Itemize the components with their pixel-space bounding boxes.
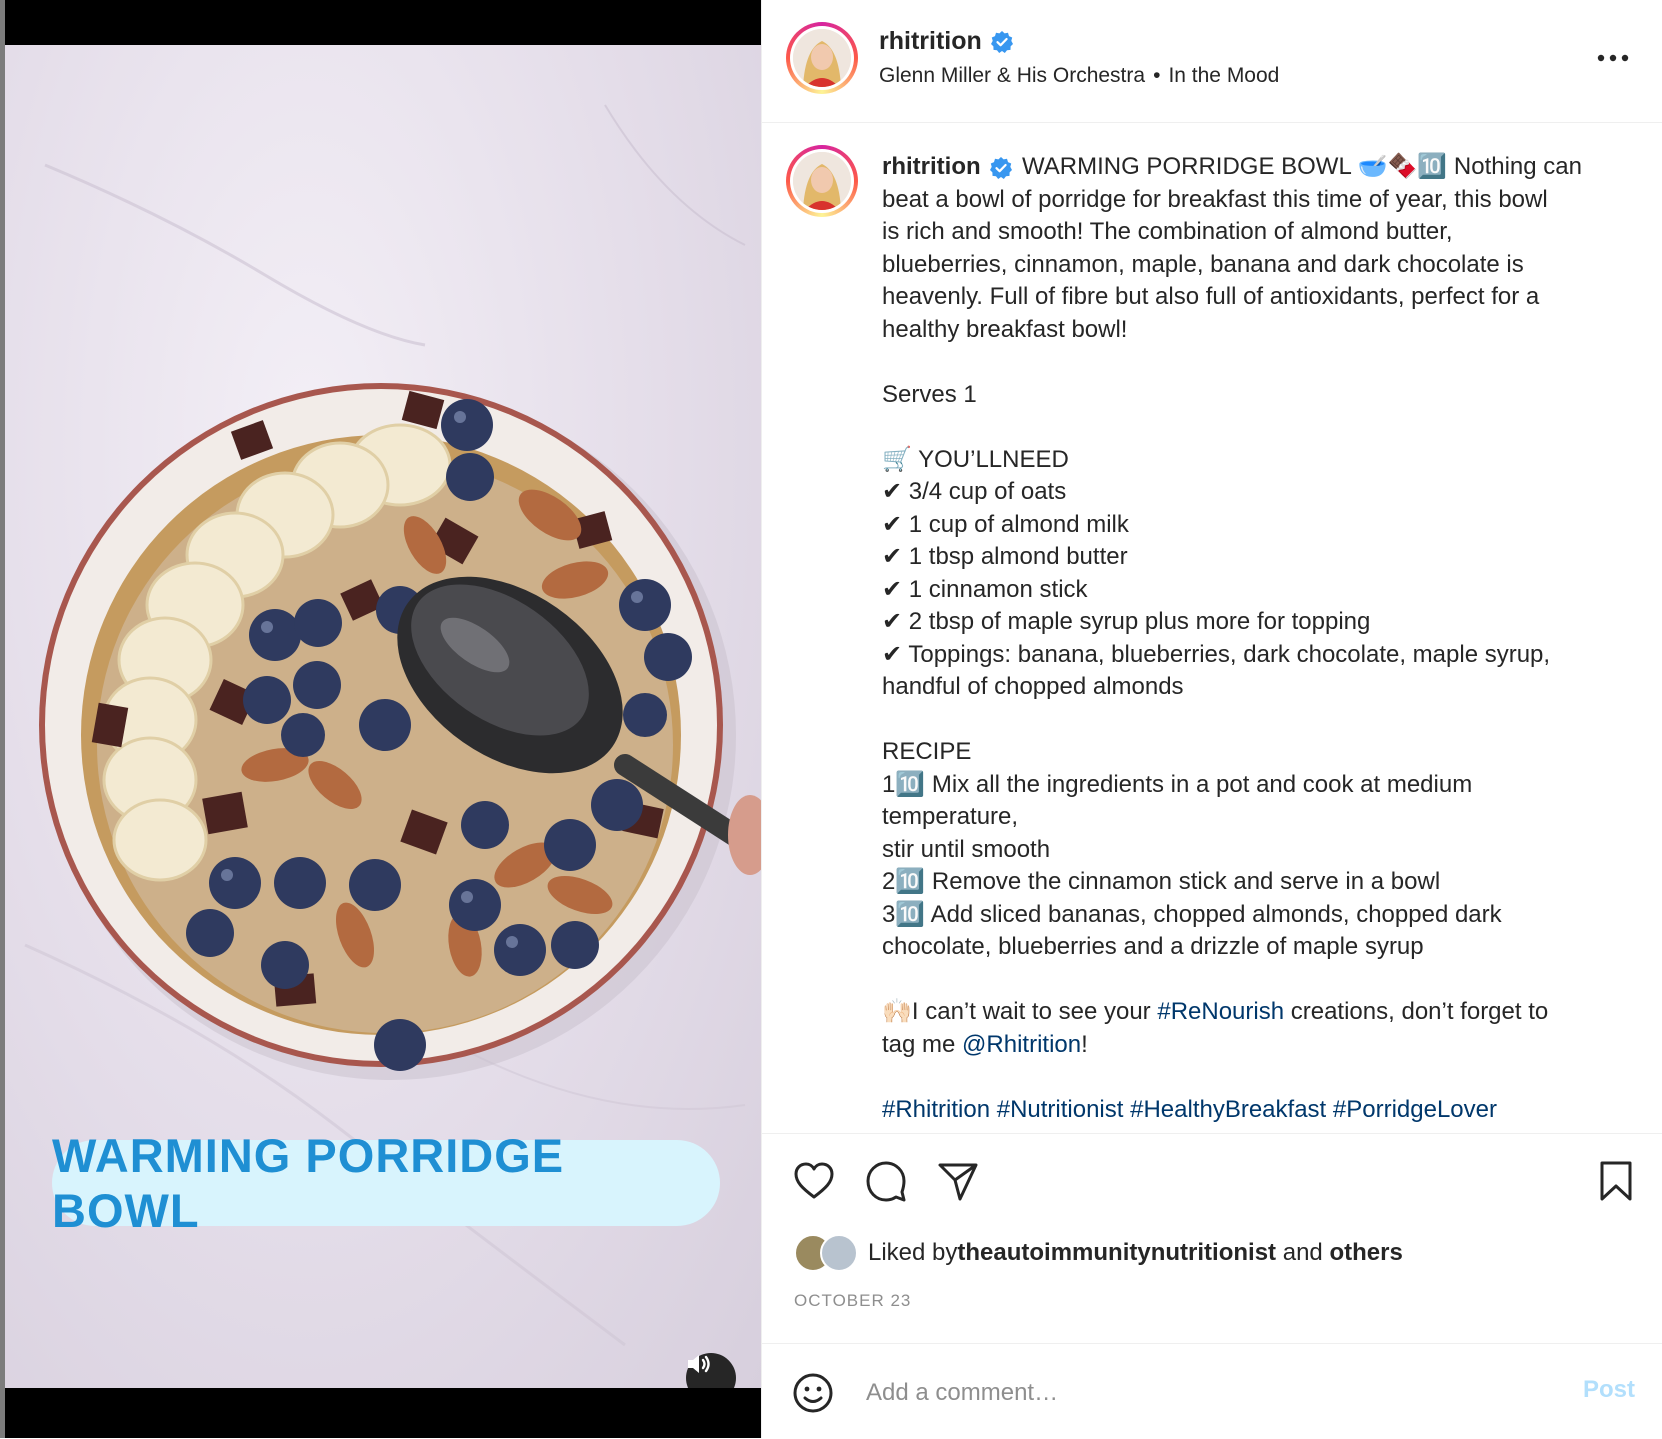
- caption-cta-line: 🙌🏻I can’t wait to see your #ReNourish cr…: [882, 996, 1602, 1029]
- caption-line: [882, 411, 1602, 444]
- cta-text: creations, don’t forget to: [1284, 998, 1549, 1025]
- volume-icon: [688, 1355, 710, 1373]
- hashtag-link[interactable]: #PorridgeLover: [1333, 1096, 1497, 1123]
- audio-separator: •: [1153, 64, 1161, 87]
- author-username[interactable]: rhitrition: [879, 27, 982, 56]
- liker-avatar[interactable]: [820, 1234, 858, 1272]
- caption-line: [882, 346, 1602, 379]
- cta-text: 🙌🏻I can’t wait to see your: [882, 998, 1158, 1025]
- cta-text: tag me: [882, 1030, 963, 1058]
- author-name-row: rhitrition: [879, 27, 1014, 56]
- audio-artist[interactable]: Glenn Miller & His Orchestra: [879, 64, 1145, 88]
- caption-line: RECIPE: [882, 738, 972, 765]
- caption-username[interactable]: rhitrition: [882, 153, 981, 180]
- caption-line: temperature,: [882, 803, 1019, 830]
- caption-line: [882, 964, 1602, 997]
- liked-by-user[interactable]: theautoimmunitynutritionist: [957, 1239, 1276, 1267]
- caption-line: healthy breakfast bowl!: [882, 315, 1128, 343]
- comment-button[interactable]: [864, 1159, 908, 1203]
- caption-line: blueberries, cinnamon, maple, banana and…: [882, 250, 1524, 278]
- caption-text: rhitrition WARMING PORRIDGE BOWL 🥣🍫🔟 Not…: [882, 151, 1602, 1126]
- liked-by-and: and: [1276, 1239, 1330, 1266]
- hashtag-link[interactable]: #Rhitrition: [882, 1096, 990, 1123]
- post-details-panel: rhitrition Glenn Miller & His Orchestra …: [761, 0, 1662, 1438]
- caption-line: handful of chopped almonds: [882, 673, 1184, 700]
- comment-icon: [866, 1161, 906, 1202]
- verified-badge-icon: [990, 156, 1013, 179]
- caption-line: ✔ 1 cup of almond milk: [882, 510, 1129, 538]
- cta-text: !: [1081, 1030, 1088, 1058]
- caption-line: 3🔟 Add sliced bananas, chopped almonds, …: [882, 900, 1502, 928]
- verified-badge-icon: [990, 30, 1013, 53]
- caption-line: ✔ 2 tbsp of maple syrup plus more for to…: [882, 608, 1371, 635]
- caption-line: chocolate, blueberries and a drizzle of …: [882, 933, 1424, 960]
- caption-line: 1🔟 Mix all the ingredients in a pot and …: [882, 770, 1473, 798]
- video-frame[interactable]: WARMING PORRIDGE BOWL: [5, 45, 761, 1388]
- liked-by-row[interactable]: Liked by theautoimmunitynutritionist and…: [794, 1234, 1403, 1272]
- caption-line: ✔ 1 tbsp almond butter: [882, 543, 1128, 570]
- heart-icon: [794, 1162, 834, 1199]
- liked-by-others[interactable]: others: [1329, 1239, 1402, 1267]
- post-comment-button[interactable]: Post: [1583, 1376, 1635, 1404]
- caption-line: stir until smooth: [882, 835, 1051, 863]
- video-title-overlay: WARMING PORRIDGE BOWL: [52, 1129, 720, 1237]
- more-options-icon: [1597, 54, 1629, 62]
- emoji-icon: [793, 1373, 833, 1413]
- post-media[interactable]: WARMING PORRIDGE BOWL: [0, 0, 761, 1438]
- caption-cta-line: tag me @Rhitrition!: [882, 1029, 1602, 1062]
- hashtag-link[interactable]: #ReNourish: [1157, 998, 1284, 1025]
- hashtag-link[interactable]: #Nutritionist: [997, 1096, 1124, 1123]
- post-actions: Liked by theautoimmunitynutritionist and…: [762, 1133, 1662, 1344]
- liked-by-prefix: Liked by: [868, 1239, 958, 1266]
- save-button[interactable]: [1594, 1159, 1638, 1203]
- post-date[interactable]: OCTOBER 23: [794, 1291, 911, 1311]
- audio-title[interactable]: In the Mood: [1168, 64, 1279, 88]
- caption-line: Serves 1: [882, 380, 977, 408]
- audio-attribution[interactable]: Glenn Miller & His Orchestra • In the Mo…: [879, 64, 1279, 88]
- caption-line: ✔ 1 cinnamon stick: [882, 575, 1088, 603]
- caption-line: 🛒 YOU’LLNEED: [882, 445, 1069, 473]
- more-options-button[interactable]: [1593, 46, 1633, 70]
- share-icon: [938, 1163, 978, 1201]
- caption-hashtags: #Rhitrition #Nutritionist #HealthyBreakf…: [882, 1094, 1602, 1127]
- like-button[interactable]: [792, 1159, 836, 1203]
- caption-section: rhitrition WARMING PORRIDGE BOWL 🥣🍫🔟 Not…: [762, 123, 1662, 1133]
- caption-line: is rich and smooth! The combination of a…: [882, 218, 1453, 245]
- emoji-button[interactable]: [792, 1372, 834, 1414]
- caption-line: heavenly. Full of fibre but also full of…: [882, 283, 1540, 310]
- caption-line: 2🔟 Remove the cinnamon stick and serve i…: [882, 868, 1441, 895]
- bookmark-icon: [1600, 1161, 1632, 1201]
- hashtag-link[interactable]: #HealthyBreakfast: [1130, 1096, 1326, 1123]
- caption-line: beat a bowl of porridge for breakfast th…: [882, 185, 1548, 213]
- share-button[interactable]: [936, 1159, 980, 1203]
- caption-line: ✔ 3/4 cup of oats: [882, 478, 1067, 505]
- caption-author-avatar[interactable]: [786, 145, 858, 217]
- comment-bar: Post: [762, 1343, 1662, 1439]
- comment-input[interactable]: [864, 1370, 1528, 1416]
- caption-line: [882, 704, 1602, 737]
- post-header: rhitrition Glenn Miller & His Orchestra …: [762, 0, 1662, 123]
- caption-line: WARMING PORRIDGE BOWL 🥣🍫🔟 Nothing can: [1022, 153, 1582, 180]
- caption-line: ✔ Toppings: banana, blueberries, dark ch…: [882, 640, 1551, 668]
- author-avatar[interactable]: [786, 22, 858, 94]
- caption-first-line: rhitrition WARMING PORRIDGE BOWL 🥣🍫🔟 Not…: [882, 151, 1602, 184]
- mention-link[interactable]: @Rhitrition: [962, 1031, 1081, 1058]
